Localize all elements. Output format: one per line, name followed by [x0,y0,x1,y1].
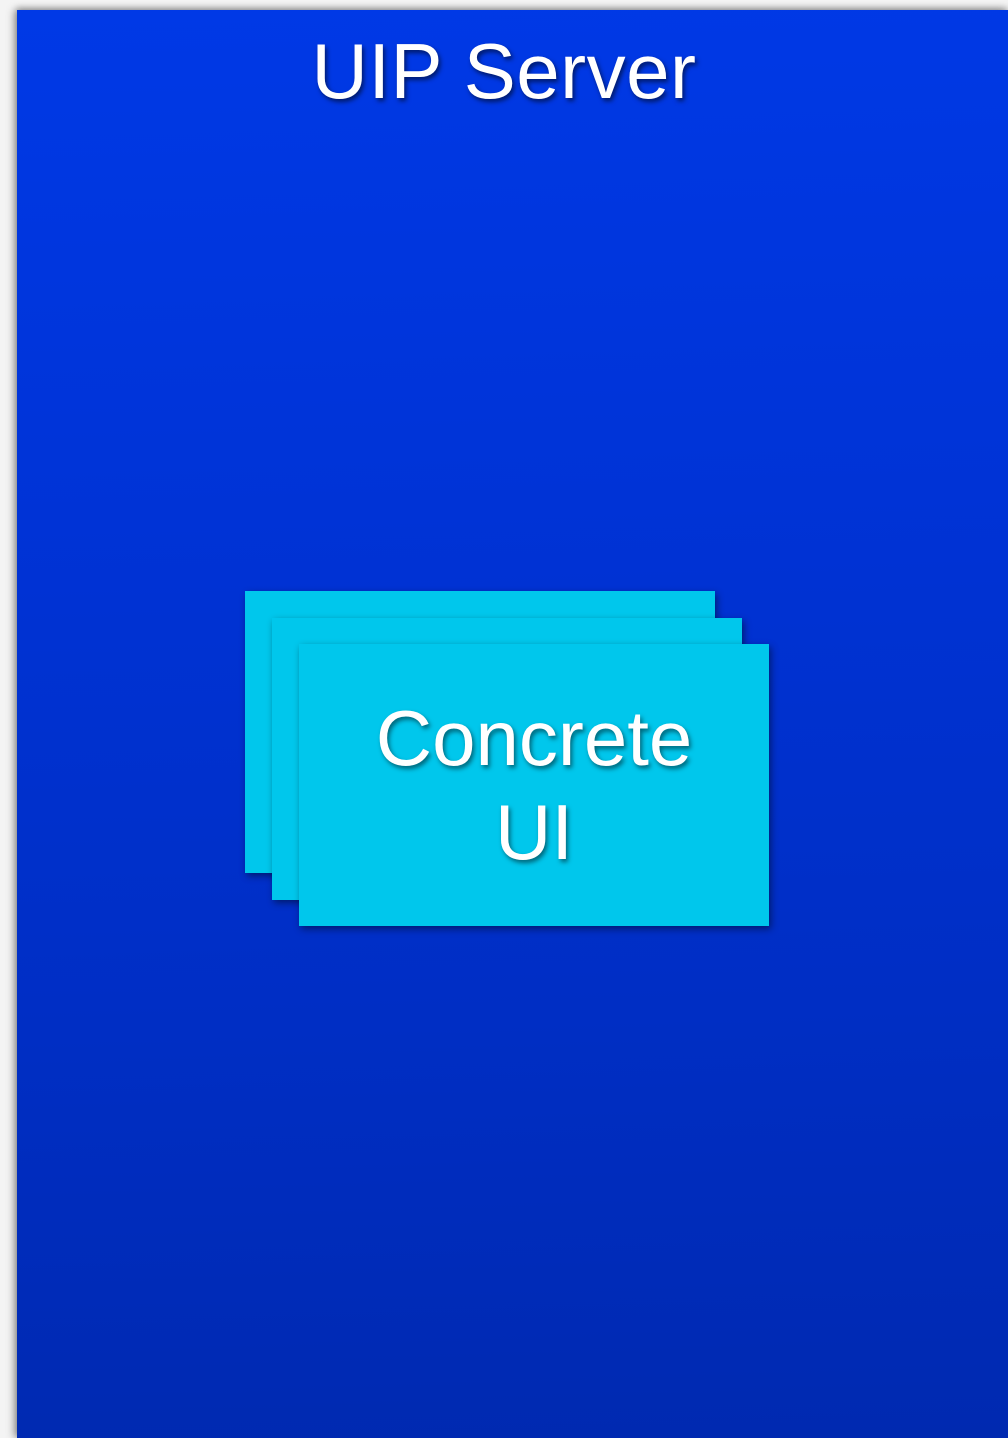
concrete-ui-label: Concrete UI [299,691,769,879]
concrete-ui-card-front: Concrete UI [299,644,769,926]
concrete-ui-label-line1: Concrete [375,694,693,782]
uip-server-title: UIP Server [311,27,697,115]
concrete-ui-label-line2: UI [495,788,573,876]
diagram-canvas: UIP Server Concrete UI [0,0,1008,1438]
